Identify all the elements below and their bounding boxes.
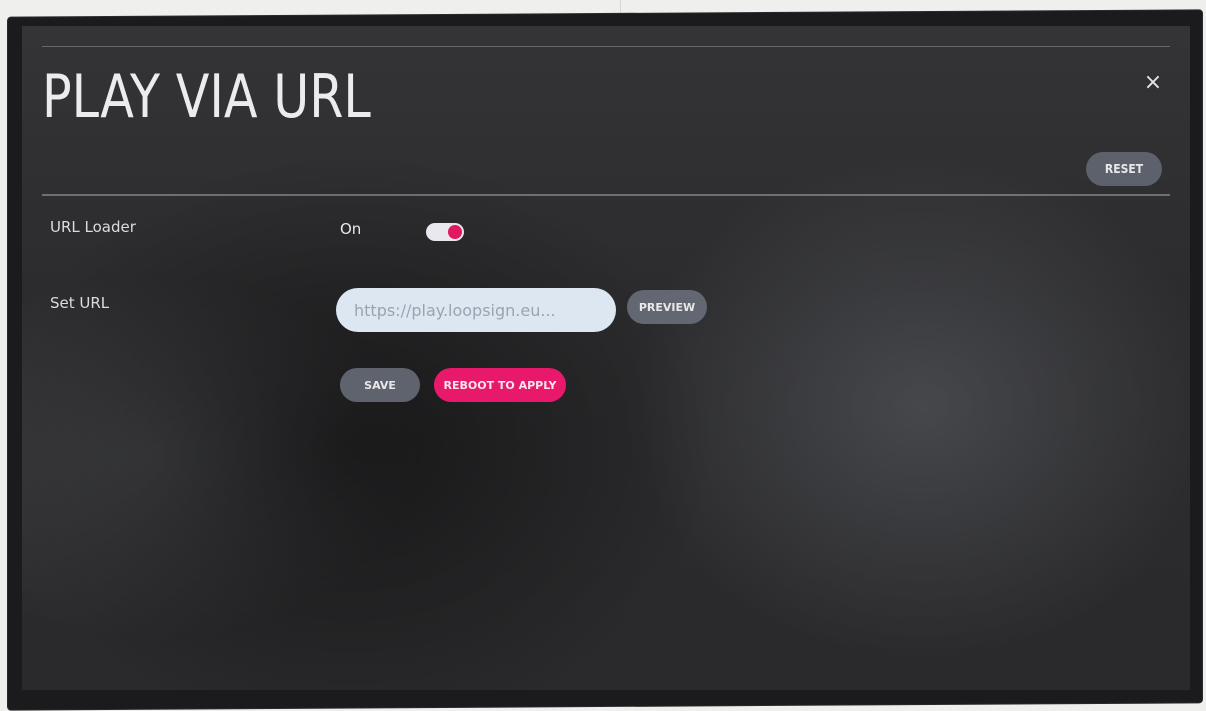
- toggle-knob: [448, 225, 462, 239]
- set-url-label: Set URL: [50, 294, 110, 312]
- preview-button[interactable]: PREVIEW: [627, 290, 707, 324]
- wall-seam: [620, 0, 621, 14]
- section-divider: [42, 194, 1170, 196]
- save-button[interactable]: SAVE: [340, 368, 420, 402]
- reset-button[interactable]: RESET: [1086, 152, 1162, 186]
- url-loader-state: On: [340, 220, 362, 238]
- tv-screen: PLAY VIA URL × RESET URL Loader On Set U…: [22, 26, 1190, 690]
- page-title: PLAY VIA URL: [42, 62, 371, 132]
- url-loader-toggle[interactable]: [426, 223, 464, 241]
- close-button[interactable]: ×: [1142, 72, 1164, 94]
- top-divider: [42, 46, 1170, 47]
- url-input[interactable]: https://play.loopsign.eu...: [336, 288, 616, 332]
- url-loader-label: URL Loader: [50, 218, 136, 236]
- reboot-to-apply-button[interactable]: REBOOT TO APPLY: [434, 368, 566, 402]
- close-icon: ×: [1143, 70, 1163, 95]
